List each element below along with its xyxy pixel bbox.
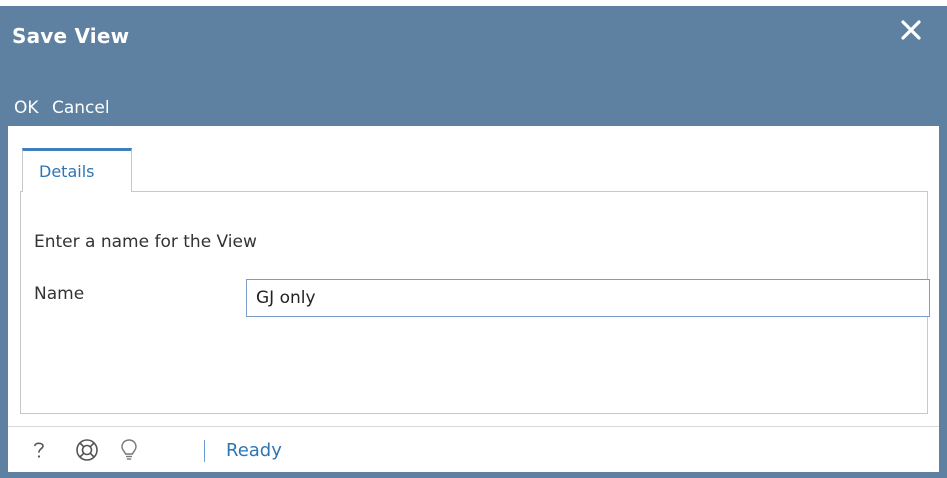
tab-details[interactable]: Details (22, 148, 132, 192)
instruction-text: Enter a name for the View (34, 232, 257, 252)
ok-button[interactable]: OK (14, 98, 39, 118)
help-button[interactable] (26, 437, 52, 463)
name-label: Name (34, 284, 85, 304)
support-button[interactable] (74, 437, 100, 463)
save-view-dialog: Save View OK Cancel Details Enter a name… (0, 6, 947, 478)
tab-details-label: Details (39, 162, 95, 181)
dialog-titlebar: Save View (0, 6, 947, 66)
dialog-title: Save View (12, 24, 130, 48)
help-icon (34, 442, 44, 458)
dialog-content: Details Enter a name for the View Name (8, 126, 939, 426)
status-separator (204, 440, 205, 462)
tip-button[interactable] (116, 437, 142, 463)
close-button[interactable] (897, 16, 925, 44)
name-input[interactable] (246, 279, 930, 317)
cancel-button[interactable]: Cancel (52, 98, 110, 118)
status-bar: Ready (8, 426, 939, 472)
status-text: Ready (226, 440, 282, 461)
details-panel: Enter a name for the View Name (20, 191, 930, 414)
close-icon (901, 20, 921, 40)
dialog-toolbar: OK Cancel (0, 66, 947, 126)
support-icon (76, 439, 98, 461)
lightbulb-icon (121, 439, 137, 460)
